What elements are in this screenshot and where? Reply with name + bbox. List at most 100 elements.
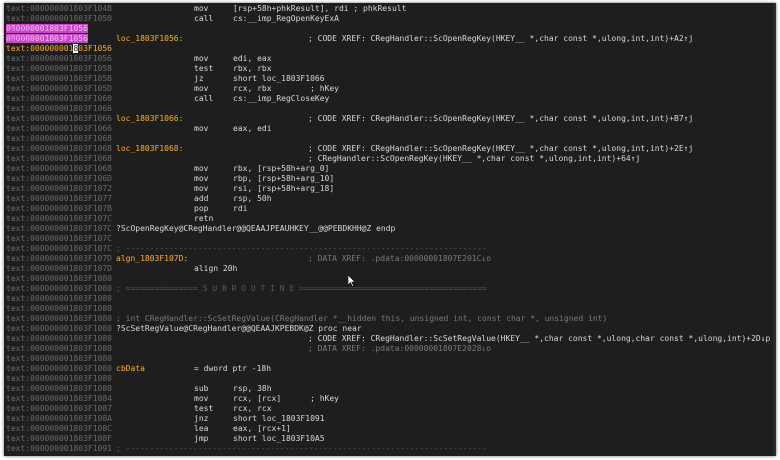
line-address: text:000000001803F108C	[6, 424, 112, 433]
listing-line[interactable]: text:000000001803F1087 test rcx, rcx	[4, 404, 776, 414]
instruction-mnemonic: call	[194, 94, 214, 103]
listing-line[interactable]: text:000000001803F1072 mov rsi, [rsp+58h+a…	[4, 184, 776, 194]
line-address: text:000000001803F1080	[6, 294, 112, 303]
listing-line[interactable]: text:000000001803F107C retn	[4, 214, 776, 224]
instruction-mnemonic: jnz	[194, 414, 209, 423]
instruction-operands: rcx, [rcx] ; hKey	[233, 394, 339, 403]
instruction-mnemonic: jz	[194, 74, 204, 83]
listing-line[interactable]: text:000000001803F1091 ; ----------------…	[4, 444, 776, 454]
listing-line[interactable]: text:000000001803F1080	[4, 294, 776, 304]
listing-line[interactable]: text:000000001803F105D mov rcx, rbx ; hKey	[4, 84, 776, 94]
line-address: text:000000001803F1080	[6, 384, 112, 393]
listing-line[interactable]: text:000000001803F1080 cbData = dword ptr …	[4, 364, 776, 374]
line-address: text:000000001803F107C	[6, 224, 112, 233]
disassembly-window: text:000000001803F104B mov [rsp+58h+phkRes…	[4, 3, 776, 456]
listing-line[interactable]: text:000000001803F1060 call cs:__imp_RegCl…	[4, 94, 776, 104]
line-address: text:000000001803F104B	[6, 4, 112, 13]
listing-line[interactable]: text:000000001803F1066 mov eax, edi	[4, 124, 776, 134]
listing-line[interactable]: text:000000001803F1068 loc_1803F1068: ; CO…	[4, 144, 776, 154]
listing-line[interactable]: text:000000001803F1080 ; int CRegHandler:…	[4, 314, 776, 324]
line-address: text:000000001803F107C	[6, 214, 112, 223]
line-address: text:000000001803F1068	[6, 164, 112, 173]
listing-line[interactable]: text:000000001803F107B pop rdi	[4, 204, 776, 214]
line-address: text:000000001803F106D	[6, 174, 112, 183]
disassembly-listing[interactable]: text:000000001803F104B mov [rsp+58h+phkRes…	[4, 3, 776, 456]
line-address: text:000000001803F1066	[6, 114, 112, 123]
line-address: text:000000001803F1080	[6, 364, 112, 373]
listing-line[interactable]: text: 000000001803F1056 loc_1803F1056: ; CO…	[4, 34, 776, 44]
separator-line: ; --------------------------------------…	[116, 444, 487, 453]
code-label[interactable]: loc_1803F1056:	[116, 34, 183, 44]
listing-line[interactable]: text:000000001803F1080	[4, 304, 776, 314]
xref-comment: ; CRegHandler::ScOpenRegKey(HKEY__ *,cha…	[308, 154, 641, 163]
listing-line[interactable]: text:000000001803F1080	[4, 374, 776, 384]
xref-comment: ; CODE XREF: CRegHandler::ScOpenRegKey(H…	[308, 114, 694, 123]
code-label[interactable]: loc_1803F1068:	[116, 144, 183, 154]
listing-line[interactable]: text:000000001803F1077 add rsp, 50h	[4, 194, 776, 204]
vertical-scrollbar[interactable]	[773, 3, 776, 456]
instruction-mnemonic: mov	[194, 124, 209, 133]
listing-line[interactable]: text:000000001803F1080	[4, 354, 776, 364]
listing-line[interactable]: text:000000001803F107D align 20h	[4, 264, 776, 274]
listing-line[interactable]: text:000000001803F1056	[4, 44, 776, 54]
listing-line[interactable]: text:000000001803F107C ?ScOpenRegKey@CReg…	[4, 224, 776, 234]
listing-line[interactable]: text:000000001803F1080 sub rsp, 38h	[4, 384, 776, 394]
listing-line[interactable]: text:000000001803F1068 mov rbx, [rsp+58h+a…	[4, 164, 776, 174]
instruction-mnemonic: pop	[194, 204, 209, 213]
line-address: text:000000001803F107D	[6, 264, 112, 273]
listing-line[interactable]: text:000000001803F1066 loc_1803F1066: ; CO…	[4, 114, 776, 124]
listing-text: ; int CRegHandler::ScSetRegValue(CRegHan…	[116, 314, 608, 323]
listing-line[interactable]: text:000000001803F1080 ; DATA XREF: .pdat…	[4, 344, 776, 354]
line-address: text:000000001803F1068	[6, 134, 112, 143]
instruction-operands: short loc_1803F10A5	[233, 434, 325, 443]
listing-line[interactable]: text:000000001803F1056 mov edi, eax	[4, 54, 776, 64]
listing-line[interactable]: text:000000001803F106D mov rbp, [rsp+58h+a…	[4, 174, 776, 184]
listing-line[interactable]: text:000000001803F1068	[4, 134, 776, 144]
instruction-mnemonic: = dword ptr -18h	[194, 364, 272, 373]
listing-line[interactable]: text:000000001803F1080 ?ScSetRegValue@CRe…	[4, 324, 776, 334]
instruction-operands: rsp, 50h	[233, 194, 272, 203]
listing-line[interactable]: text:000000001803F1068 ; CRegHandler::ScO…	[4, 154, 776, 164]
line-address: text:000000001803F1058	[6, 64, 112, 73]
instruction-mnemonic: lea	[194, 424, 209, 433]
listing-line[interactable]: text:000000001803F1056	[4, 24, 776, 34]
line-address: text:000000001803F1080	[6, 344, 112, 353]
code-label[interactable]: loc_1803F1066:	[116, 114, 183, 124]
line-address: text:000000001803F1080	[6, 374, 112, 383]
listing-line[interactable]: text:000000001803F1066	[4, 104, 776, 114]
line-address: text:000000001803F1066	[6, 104, 112, 113]
xref-comment: ; CODE XREF: CRegHandler::ScOpenRegKey(H…	[308, 34, 694, 43]
instruction-operands: rdi	[233, 204, 248, 213]
listing-line[interactable]: text:000000001803F1080 ; CODE XREF: CRegH…	[4, 334, 776, 344]
listing-line[interactable]: text:000000001803F108C lea eax, [rcx+1]	[4, 424, 776, 434]
listing-line[interactable]: text:000000001803F1080 ; =============== …	[4, 284, 776, 294]
listing-line[interactable]: text:000000001803F108F jmp short loc_1803F…	[4, 434, 776, 444]
instruction-operands: [rsp+58h+phkResult], rdi ; phkResult	[233, 4, 407, 13]
line-address: text:000000001803F1077	[6, 194, 112, 203]
instruction-mnemonic: mov	[194, 164, 209, 173]
instruction-operands: cs:__imp_RegCloseKey	[233, 94, 330, 103]
listing-line[interactable]: text:000000001803F1080	[4, 274, 776, 284]
listing-line[interactable]: text:000000001803F104B mov [rsp+58h+phkRes…	[4, 4, 776, 14]
line-address: text:000000001803F1072	[6, 184, 112, 193]
listing-line[interactable]: text:000000001803F108A jnz short loc_1803F…	[4, 414, 776, 424]
listing-line[interactable]: text:000000001803F107D algn_1803F107D: ; D…	[4, 254, 776, 264]
instruction-operands: eax, [rcx+1]	[233, 424, 291, 433]
listing-line[interactable]: text:000000001803F107C	[4, 234, 776, 244]
xref-comment: ; DATA XREF: .pdata:00000001807E201C↓o	[308, 254, 492, 263]
instruction-mnemonic: mov	[194, 174, 209, 183]
instruction-operands: short loc_1803F1091	[233, 414, 325, 423]
instruction-operands: rcx, rbx ; hKey	[233, 84, 339, 93]
instruction-operands: edi, eax	[233, 54, 272, 63]
line-address: text:000000001803F1087	[6, 404, 112, 413]
listing-line[interactable]: text:000000001803F105B jz short loc_1803F1…	[4, 74, 776, 84]
instruction-operands: rsi, [rsp+58h+arg_18]	[233, 184, 335, 193]
listing-line[interactable]: text:000000001803F1084 mov rcx, [rcx] ; hK…	[4, 394, 776, 404]
code-label[interactable]: cbData	[116, 364, 145, 374]
listing-line[interactable]: text:000000001803F1050 call cs:__imp_RegOp…	[4, 14, 776, 24]
instruction-mnemonic: sub	[194, 384, 209, 393]
listing-line[interactable]: text:000000001803F107C ; ----------------…	[4, 244, 776, 254]
listing-line[interactable]: text:000000001803F1058 test rbx, rbx	[4, 64, 776, 74]
code-label[interactable]: algn_1803F107D:	[116, 254, 188, 264]
line-address: text:000000001803F1066	[6, 124, 112, 133]
